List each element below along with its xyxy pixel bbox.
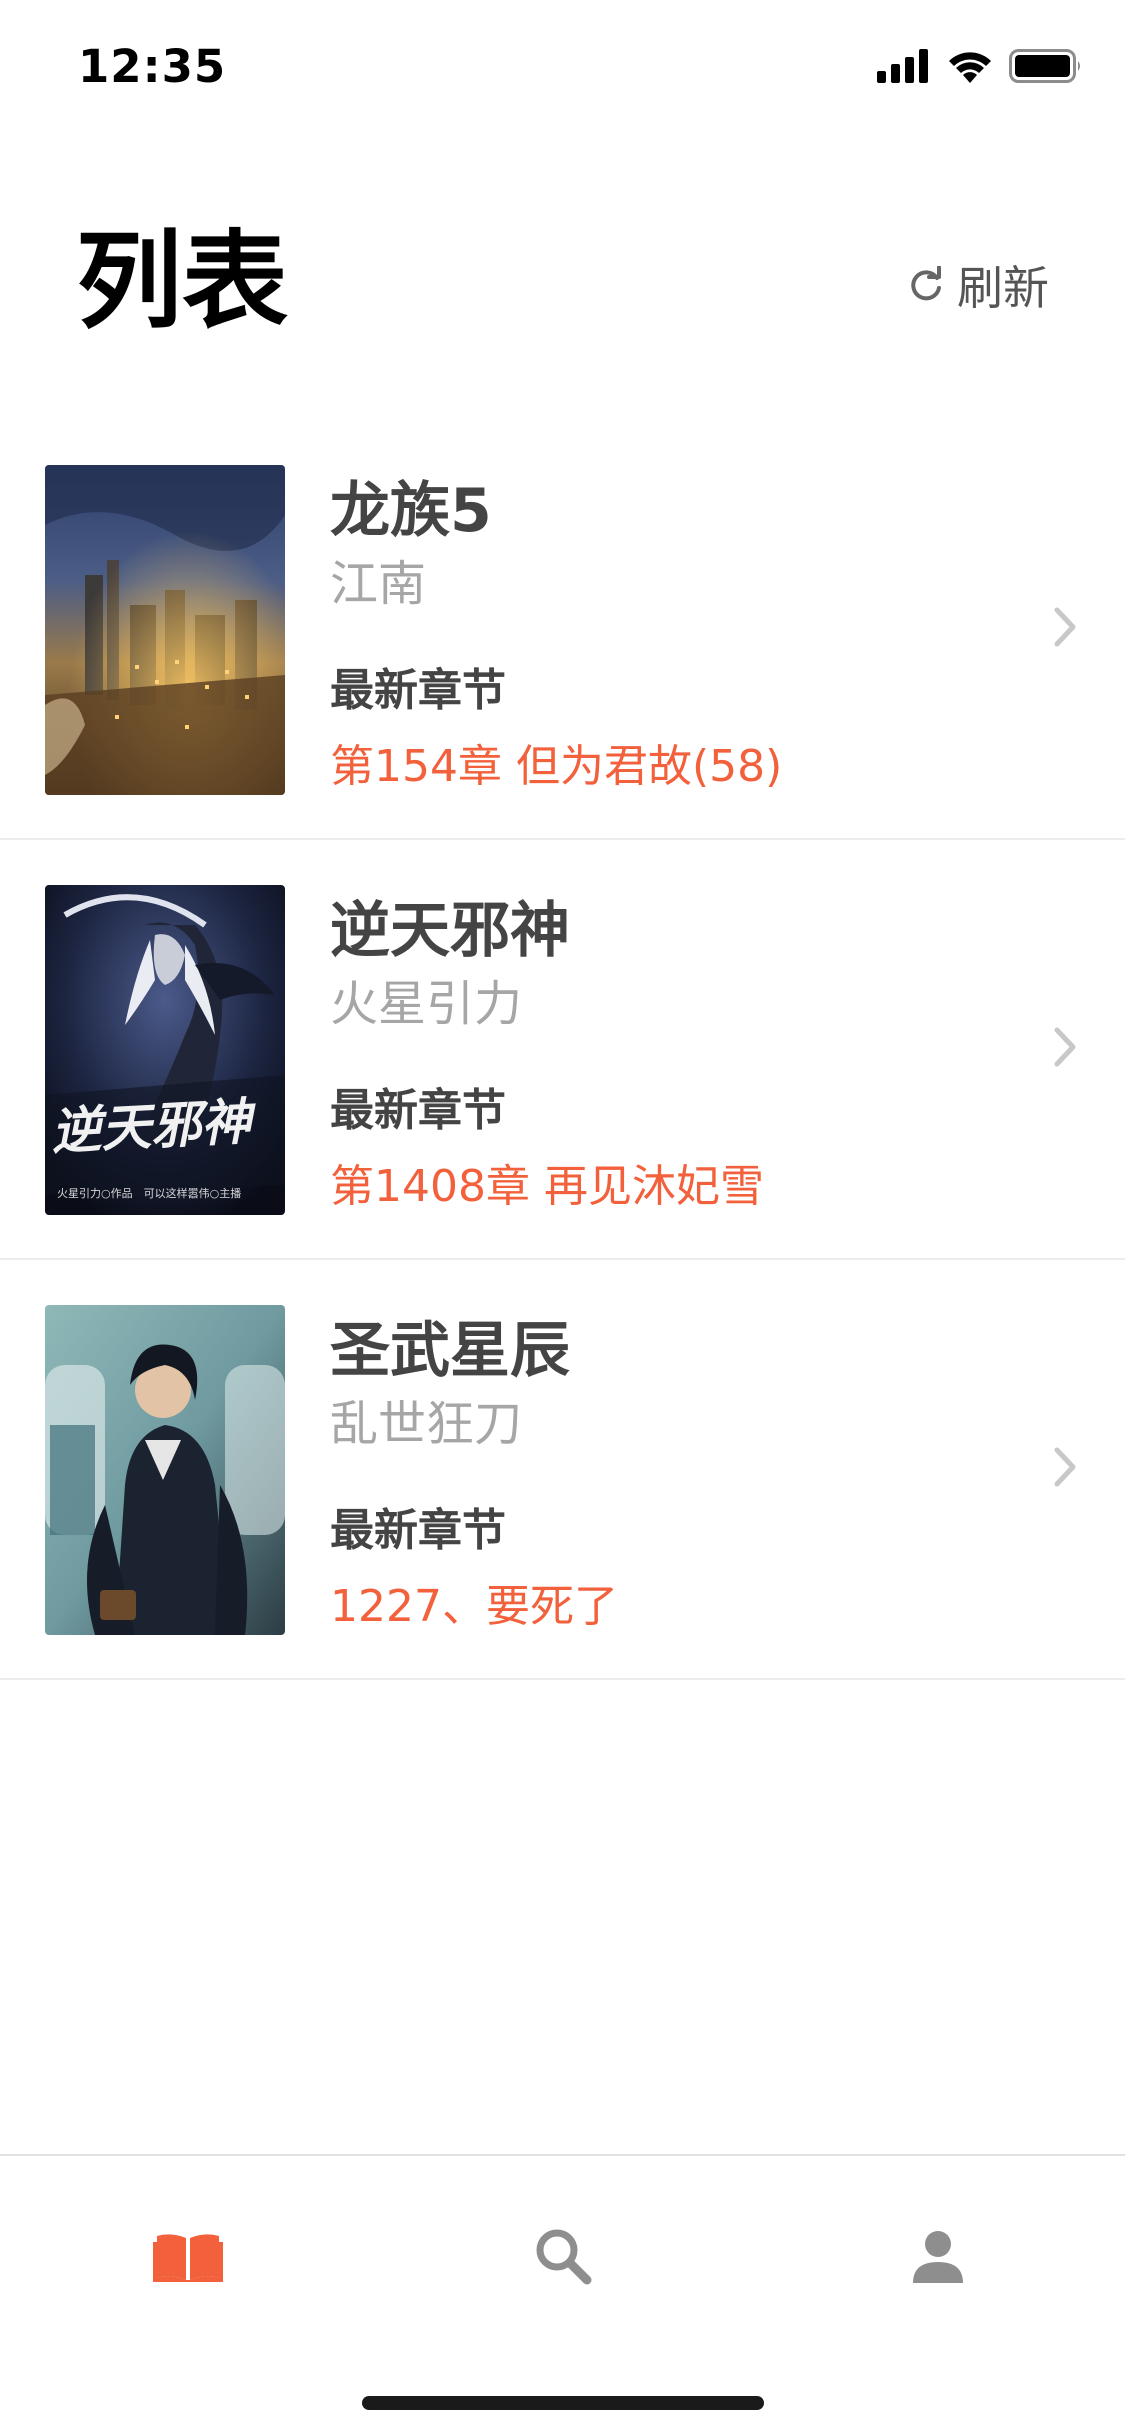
book-row[interactable]: 逆天邪神 火星引力○作品 可以这样嚣伟○主播 逆天邪神 火星引力 最新章节 第1…	[0, 840, 1125, 1260]
user-icon	[913, 2231, 963, 2283]
book-icon	[153, 2234, 223, 2282]
chevron-right-icon	[1054, 607, 1076, 647]
latest-chapter: 第1408章 再见沐妃雪	[330, 1161, 764, 1212]
latest-chapter-label: 最新章节	[330, 1085, 506, 1136]
book-row[interactable]: 圣武星辰 乱世狂刀 最新章节 1227、要死了	[0, 1260, 1125, 1680]
book-title: 圣武星辰	[330, 1316, 570, 1386]
refresh-label: 刷新	[957, 261, 1049, 315]
latest-chapter-label: 最新章节	[330, 1505, 506, 1556]
book-list: 龙族5 江南 最新章节 第154章 但为君故(58) 逆天邪神 火星引力○作品 …	[0, 420, 1125, 1680]
book-author: 江南	[330, 556, 427, 612]
chevron-right-icon	[1054, 1447, 1076, 1487]
latest-chapter: 1227、要死了	[330, 1581, 618, 1632]
tab-books[interactable]	[148, 2216, 228, 2296]
book-cover	[45, 465, 285, 795]
book-title: 逆天邪神	[330, 896, 570, 966]
wifi-icon	[949, 52, 991, 83]
tab-profile[interactable]	[898, 2216, 978, 2296]
tab-bar	[0, 2154, 1125, 2436]
chevron-right-icon	[1054, 1027, 1076, 1067]
home-indicator	[362, 2396, 764, 2410]
status-icons	[877, 46, 1083, 86]
book-author: 火星引力	[330, 976, 523, 1032]
search-icon	[536, 2229, 592, 2285]
cover-footer-text: 火星引力○作品 可以这样嚣伟○主播	[57, 1186, 241, 1200]
book-row[interactable]: 龙族5 江南 最新章节 第154章 但为君故(58)	[0, 420, 1125, 840]
book-title: 龙族5	[330, 476, 492, 546]
book-author: 乱世狂刀	[330, 1396, 523, 1452]
cover-title-text: 逆天邪神	[50, 1091, 259, 1161]
refresh-icon	[911, 266, 941, 301]
status-time: 12:35	[78, 40, 227, 93]
cellular-signal-icon	[877, 49, 928, 83]
page-title: 列表	[76, 220, 288, 343]
status-bar: 12:35	[0, 0, 1125, 132]
book-cover	[45, 1305, 285, 1635]
latest-chapter-label: 最新章节	[330, 665, 506, 716]
tab-search[interactable]	[523, 2216, 603, 2296]
page-header: 列表 刷新	[0, 200, 1125, 360]
latest-chapter: 第154章 但为君故(58)	[330, 741, 783, 792]
battery-icon	[1009, 49, 1080, 83]
refresh-button[interactable]: 刷新	[907, 252, 1049, 318]
book-cover: 逆天邪神 火星引力○作品 可以这样嚣伟○主播	[45, 885, 285, 1215]
